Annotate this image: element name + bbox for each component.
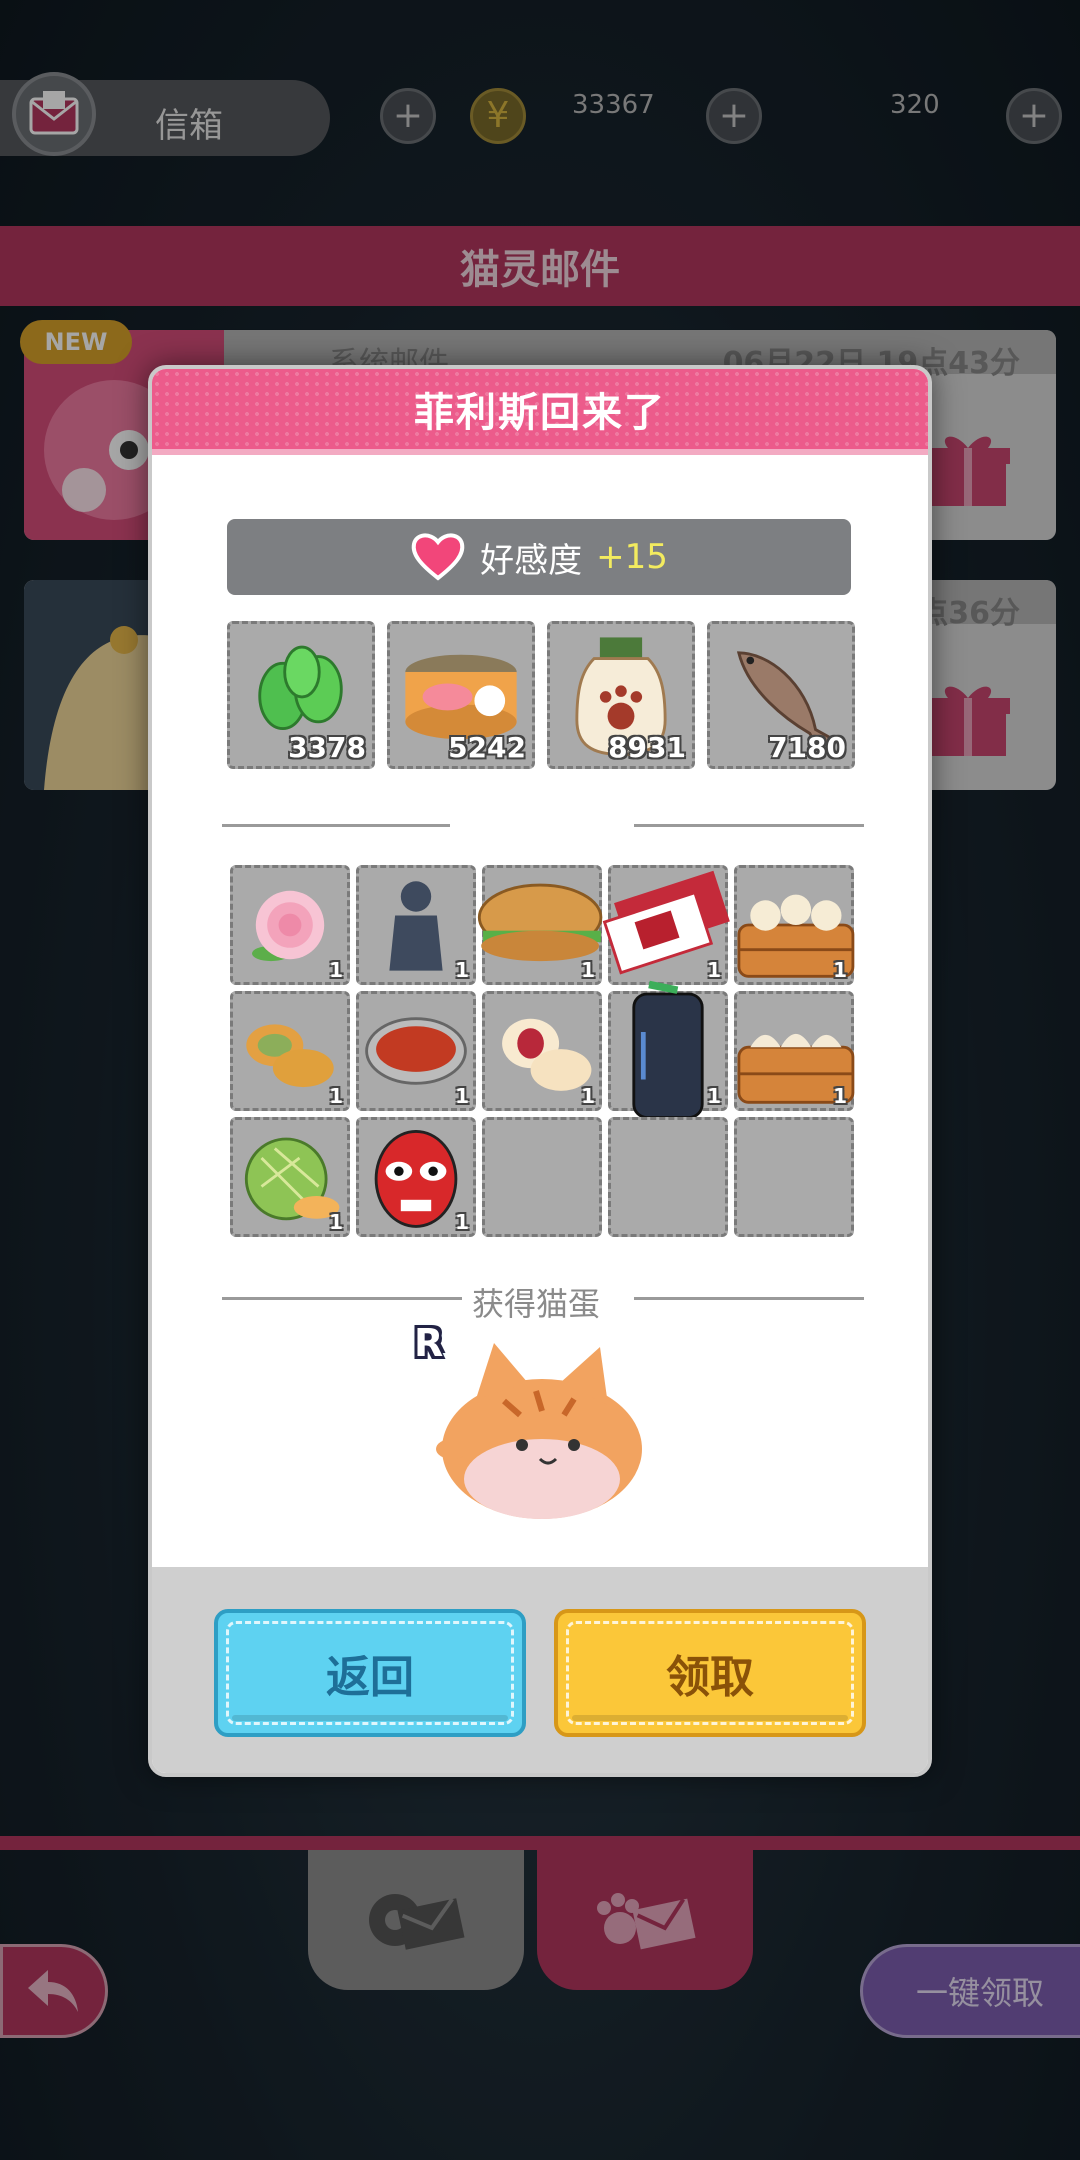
item-count: 1 — [833, 958, 847, 982]
reward-item[interactable]: 7180 — [707, 621, 855, 769]
gift-item[interactable]: 1 — [602, 865, 730, 985]
item-count: 1 — [329, 958, 343, 982]
item-count: 1 — [581, 958, 595, 982]
empty-slot — [608, 1117, 728, 1237]
empty-slot — [482, 1117, 602, 1237]
gift-item[interactable]: 1 — [734, 865, 855, 985]
gift-item[interactable]: 1 — [477, 865, 603, 985]
reward-item[interactable]: 3378 — [227, 621, 375, 769]
item-count: 1 — [455, 958, 469, 982]
affection-bar: 好感度 +15 — [227, 519, 851, 595]
gift-item[interactable]: 1 — [230, 991, 350, 1111]
divider — [222, 824, 450, 827]
reward-dialog: 菲利斯回来了 好感度 +15 3378 5242 8931 7180 1 1 1… — [148, 365, 932, 1777]
dialog-header: 菲利斯回来了 — [152, 369, 928, 455]
item-count: 1 — [455, 1210, 469, 1234]
dialog-title: 菲利斯回来了 — [414, 390, 666, 436]
gift-item[interactable]: 1 — [356, 865, 476, 985]
affection-value: +15 — [596, 537, 668, 577]
item-count: 3378 — [288, 731, 366, 764]
divider — [634, 824, 864, 827]
gift-item[interactable]: 1 — [230, 865, 350, 985]
back-button-label: 返回 — [326, 1652, 414, 1703]
item-count: 1 — [707, 1084, 721, 1108]
back-button[interactable]: 返回 — [214, 1609, 526, 1737]
item-count: 8931 — [608, 731, 686, 764]
reward-item[interactable]: 5242 — [387, 621, 535, 769]
divider — [634, 1297, 864, 1300]
gift-item[interactable]: 1 — [230, 1117, 350, 1237]
item-count: 1 — [329, 1210, 343, 1234]
egg-section-label: 获得猫蛋 — [472, 1285, 601, 1323]
cat-egg-icon — [436, 1343, 642, 1519]
gift-item[interactable]: 1 — [482, 991, 602, 1111]
reward-item[interactable]: 8931 — [547, 621, 695, 769]
item-count: 7180 — [768, 731, 846, 764]
gift-item[interactable]: 1 — [608, 980, 728, 1119]
item-count: 5242 — [448, 731, 526, 764]
affection-label: 好感度 — [480, 540, 583, 581]
heart-icon — [411, 533, 465, 581]
empty-slot — [734, 1117, 854, 1237]
item-count: 1 — [329, 1084, 343, 1108]
claim-button-label: 领取 — [666, 1652, 754, 1703]
divider — [222, 1297, 462, 1300]
item-count: 1 — [455, 1084, 469, 1108]
gift-item[interactable]: 1 — [356, 1117, 476, 1237]
item-count: 1 — [707, 958, 721, 982]
item-count: 1 — [581, 1084, 595, 1108]
gift-item[interactable]: 1 — [734, 991, 855, 1111]
item-count: 1 — [833, 1084, 847, 1108]
gift-item[interactable]: 1 — [356, 991, 476, 1111]
claim-button[interactable]: 领取 — [554, 1609, 866, 1737]
